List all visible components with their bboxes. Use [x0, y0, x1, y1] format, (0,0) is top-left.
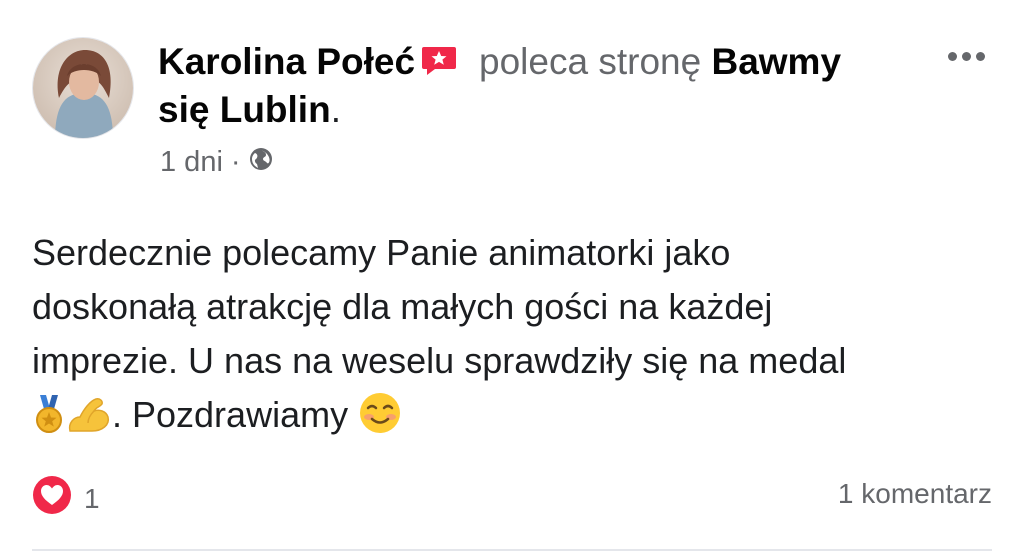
author-name[interactable]: Karolina Połeć — [158, 41, 415, 82]
reactions-summary[interactable]: 1 — [32, 475, 100, 522]
post-text-line-4: . Pozdrawiamy — [32, 388, 1002, 450]
post-text-line: Serdecznie polecamy Panie animatorki jak… — [32, 232, 731, 273]
globe-icon — [249, 146, 273, 179]
post-meta: 1 dni · — [160, 146, 273, 179]
page-name-link-continued[interactable]: się Lublin — [158, 89, 331, 130]
post-time[interactable]: 1 dni — [160, 146, 223, 179]
post-text-line: imprezie. U nas na weselu sprawdziły się… — [32, 340, 847, 381]
dot-icon — [962, 51, 971, 61]
footer-divider — [32, 549, 992, 551]
medal-emoji — [32, 395, 66, 450]
dot-icon — [976, 51, 985, 61]
page-name-link[interactable]: Bawmy — [711, 41, 841, 82]
avatar-photo — [33, 38, 133, 138]
post-text-line: doskonałą atrakcję dla małych gości na k… — [32, 286, 773, 327]
flexed-biceps-emoji — [66, 395, 112, 450]
action-text: poleca stronę — [479, 41, 702, 82]
post-text-closing: . Pozdrawiamy — [112, 394, 349, 435]
comments-link[interactable]: 1 komentarz — [838, 478, 992, 510]
recommend-badge-icon — [421, 43, 457, 87]
post-header-line2: się Lublin. — [158, 88, 918, 132]
post-body: Serdecznie polecamy Panie animatorki jak… — [32, 226, 1002, 450]
author-avatar[interactable] — [32, 37, 134, 139]
header-period: . — [330, 89, 341, 130]
reaction-count: 1 — [84, 482, 100, 514]
smiling-face-emoji — [358, 391, 402, 450]
love-reaction-icon — [32, 475, 72, 522]
dot-icon — [948, 51, 957, 61]
post-header-line1: Karolina Połeć poleca stronę Bawmy — [158, 40, 918, 87]
meta-separator: · — [230, 146, 241, 178]
more-options-button[interactable] — [948, 44, 998, 68]
